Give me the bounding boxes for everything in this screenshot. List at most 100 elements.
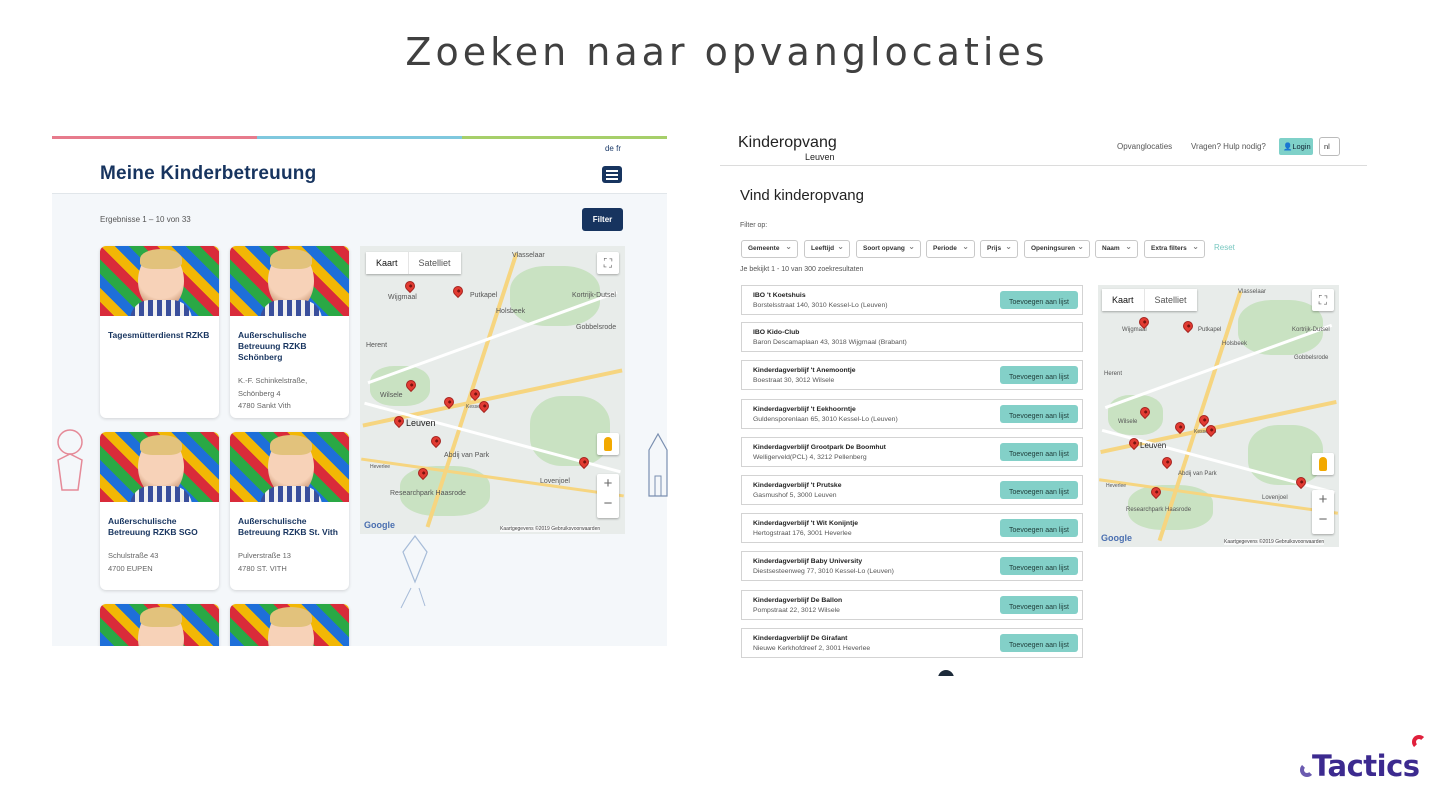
result-row[interactable]: Kinderdagverblijf De Ballon Pompstraat 22… (741, 590, 1083, 620)
result-name[interactable]: Kinderdagverblijf 't Eekhoorntje (753, 406, 856, 413)
add-to-list-button[interactable]: Toevoegen aan lijst (1000, 366, 1078, 384)
zoom-in-icon[interactable]: + (1312, 490, 1334, 510)
result-row[interactable]: IBO Kido-Club Baron Descamaplaan 43, 3018… (741, 322, 1083, 352)
listing-name: Außerschulische Betreuung RZKB St. Vith (238, 516, 338, 537)
doodle-illustration (57, 429, 83, 491)
fullscreen-icon[interactable]: ⛶ (1312, 289, 1334, 311)
map-tab[interactable]: Kaart (1102, 289, 1145, 311)
satellite-tab[interactable]: Satelliet (1145, 289, 1197, 311)
result-row[interactable]: Kinderdagverblijf 't Anemoontje Boestraat… (741, 360, 1083, 390)
pagination-current[interactable] (938, 670, 954, 676)
doodle-rocket (400, 535, 428, 609)
site-logo[interactable]: Kinderopvang (738, 134, 837, 152)
listing-card[interactable]: Außerschulische Betreuung RZKB St. Vith … (230, 432, 349, 590)
fullscreen-icon[interactable]: ⛶ (597, 252, 619, 274)
login-button[interactable]: 👤Login (1279, 138, 1313, 155)
page-title: Vind kinderopvang (740, 187, 864, 204)
listing-card[interactable] (230, 604, 349, 646)
site-title[interactable]: Meine Kinderbetreuung (100, 163, 316, 185)
result-address: Guldensporenlaan 65, 3010 Kessel-Lo (Leu… (753, 416, 898, 423)
zoom-out-icon[interactable]: − (597, 494, 619, 514)
result-row[interactable]: Kinderdagverblijf De Girafant Nieuwe Kerk… (741, 628, 1083, 658)
hamburger-menu-icon[interactable] (602, 166, 622, 183)
language-links[interactable]: de fr (605, 144, 621, 153)
street-view-icon[interactable] (597, 433, 619, 455)
result-row[interactable]: Kinderdagverblijf Grootpark De Boomhut We… (741, 437, 1083, 467)
result-name[interactable]: Kinderdagverblijf Grootpark De Boomhut (753, 444, 886, 451)
listing-name: Tagesmütterdienst RZKB (108, 330, 210, 340)
map-type-toggle[interactable]: Kaart Satelliet (1102, 289, 1197, 311)
results-count: Ergebnisse 1 – 10 von 33 (100, 215, 191, 224)
listing-card[interactable]: Außerschulische Betreuung RZKB SGO Schul… (100, 432, 219, 590)
result-name[interactable]: IBO 't Koetshuis (753, 292, 806, 299)
map-type-toggle[interactable]: Kaart Satelliet (366, 252, 461, 274)
result-row[interactable]: Kinderdagverblijf 't Eekhoorntje Guldensp… (741, 399, 1083, 429)
add-to-list-button[interactable]: Toevoegen aan lijst (1000, 443, 1078, 461)
listing-card[interactable]: Außerschulische Betreuung RZKB Schönberg… (230, 246, 349, 418)
result-name[interactable]: Kinderdagverblijf 't Anemoontje (753, 367, 856, 374)
site-logo-sub: Leuven (805, 152, 835, 162)
child-photo (100, 246, 219, 316)
filter-gemeente[interactable]: Gemeente (741, 240, 798, 258)
add-to-list-button[interactable]: Toevoegen aan lijst (1000, 596, 1078, 614)
filter-label: Filter op: (740, 222, 768, 229)
result-row[interactable]: IBO 't Koetshuis Borstelsstraat 140, 3010… (741, 285, 1083, 315)
filter-naam[interactable]: Naam (1095, 240, 1138, 258)
child-photo (100, 432, 219, 502)
listing-card[interactable] (100, 604, 219, 646)
add-to-list-button[interactable]: Toevoegen aan lijst (1000, 405, 1078, 423)
logo-arc (1412, 735, 1426, 749)
map-copyright[interactable]: Kaartgegevens ©2019 Gebruiksvoorwaarden (1224, 539, 1325, 545)
filter-extra[interactable]: Extra filters (1144, 240, 1205, 258)
right-screenshot: Kinderopvang Leuven Opvanglocaties Vrage… (720, 126, 1367, 676)
zoom-control[interactable]: + − (597, 474, 619, 518)
result-row[interactable]: Kinderdagverblijf 't Prutske Gasmushof 5,… (741, 475, 1083, 505)
nav-opvanglocaties[interactable]: Opvanglocaties (1117, 142, 1172, 151)
result-row[interactable]: Kinderdagverblijf 't Wit Konijntje Hertog… (741, 513, 1083, 543)
map-pin[interactable] (450, 283, 466, 299)
filter-periode[interactable]: Periode (926, 240, 975, 258)
result-name[interactable]: Kinderdagverblijf De Girafant (753, 635, 847, 642)
nav-help[interactable]: Vragen? Hulp nodig? (1191, 142, 1266, 151)
listing-name: Außerschulische Betreuung RZKB Schönberg (238, 330, 307, 362)
result-name[interactable]: Kinderdagverblijf Baby University (753, 558, 862, 565)
map-view[interactable]: Kaart Satelliet ⛶ + − Vlasselaar Wijgmaa… (1098, 285, 1339, 547)
add-to-list-button[interactable]: Toevoegen aan lijst (1000, 557, 1078, 575)
filter-leeftijd[interactable]: Leeftijd (804, 240, 850, 258)
add-to-list-button[interactable]: Toevoegen aan lijst (1000, 519, 1078, 537)
left-screenshot: de fr Meine Kinderbetreuung Ergebnisse 1… (52, 136, 667, 646)
add-to-list-button[interactable]: Toevoegen aan lijst (1000, 291, 1078, 309)
zoom-control[interactable]: + − (1312, 490, 1334, 534)
filter-button[interactable]: Filter (582, 208, 623, 231)
map-tab[interactable]: Kaart (366, 252, 409, 274)
satellite-tab[interactable]: Satelliet (409, 252, 461, 274)
tactics-logo-text: Tactics (1312, 749, 1420, 783)
map-pin[interactable] (1180, 318, 1196, 334)
filter-openingsuren[interactable]: Openingsuren (1024, 240, 1090, 258)
result-name[interactable]: Kinderdagverblijf 't Wit Konijntje (753, 520, 858, 527)
result-name[interactable]: Kinderdagverblijf 't Prutske (753, 482, 842, 489)
child-photo (230, 604, 349, 646)
map-pin[interactable] (402, 278, 418, 294)
add-to-list-button[interactable]: Toevoegen aan lijst (1000, 634, 1078, 652)
doodle-castle (648, 432, 668, 497)
add-to-list-button[interactable]: Toevoegen aan lijst (1000, 481, 1078, 499)
reset-link[interactable]: Reset (1214, 243, 1235, 252)
map-pin[interactable] (428, 433, 444, 449)
zoom-in-icon[interactable]: + (597, 474, 619, 494)
result-name[interactable]: IBO Kido-Club (753, 329, 799, 336)
map-pin[interactable] (1159, 454, 1175, 470)
zoom-out-icon[interactable]: − (1312, 510, 1334, 530)
street-view-icon[interactable] (1312, 453, 1334, 475)
listing-card[interactable]: Tagesmütterdienst RZKB (100, 246, 219, 418)
result-address: Baron Descamaplaan 43, 3018 Wijgmaal (Br… (753, 339, 907, 346)
filter-soort-opvang[interactable]: Soort opvang (856, 240, 921, 258)
map-copyright[interactable]: Kaartgegevens ©2019 Gebruiksvoorwaarden (500, 526, 601, 532)
map-view[interactable]: Kaart Satelliet ⛶ + − Vlasselaar Kortrij… (360, 246, 625, 534)
result-row[interactable]: Kinderdagverblijf Baby University Diestse… (741, 551, 1083, 581)
filter-prijs[interactable]: Prijs (980, 240, 1018, 258)
child-photo (230, 432, 349, 502)
result-address: Gasmushof 5, 3000 Leuven (753, 492, 837, 499)
language-select[interactable]: nl (1319, 137, 1340, 156)
result-name[interactable]: Kinderdagverblijf De Ballon (753, 597, 842, 604)
